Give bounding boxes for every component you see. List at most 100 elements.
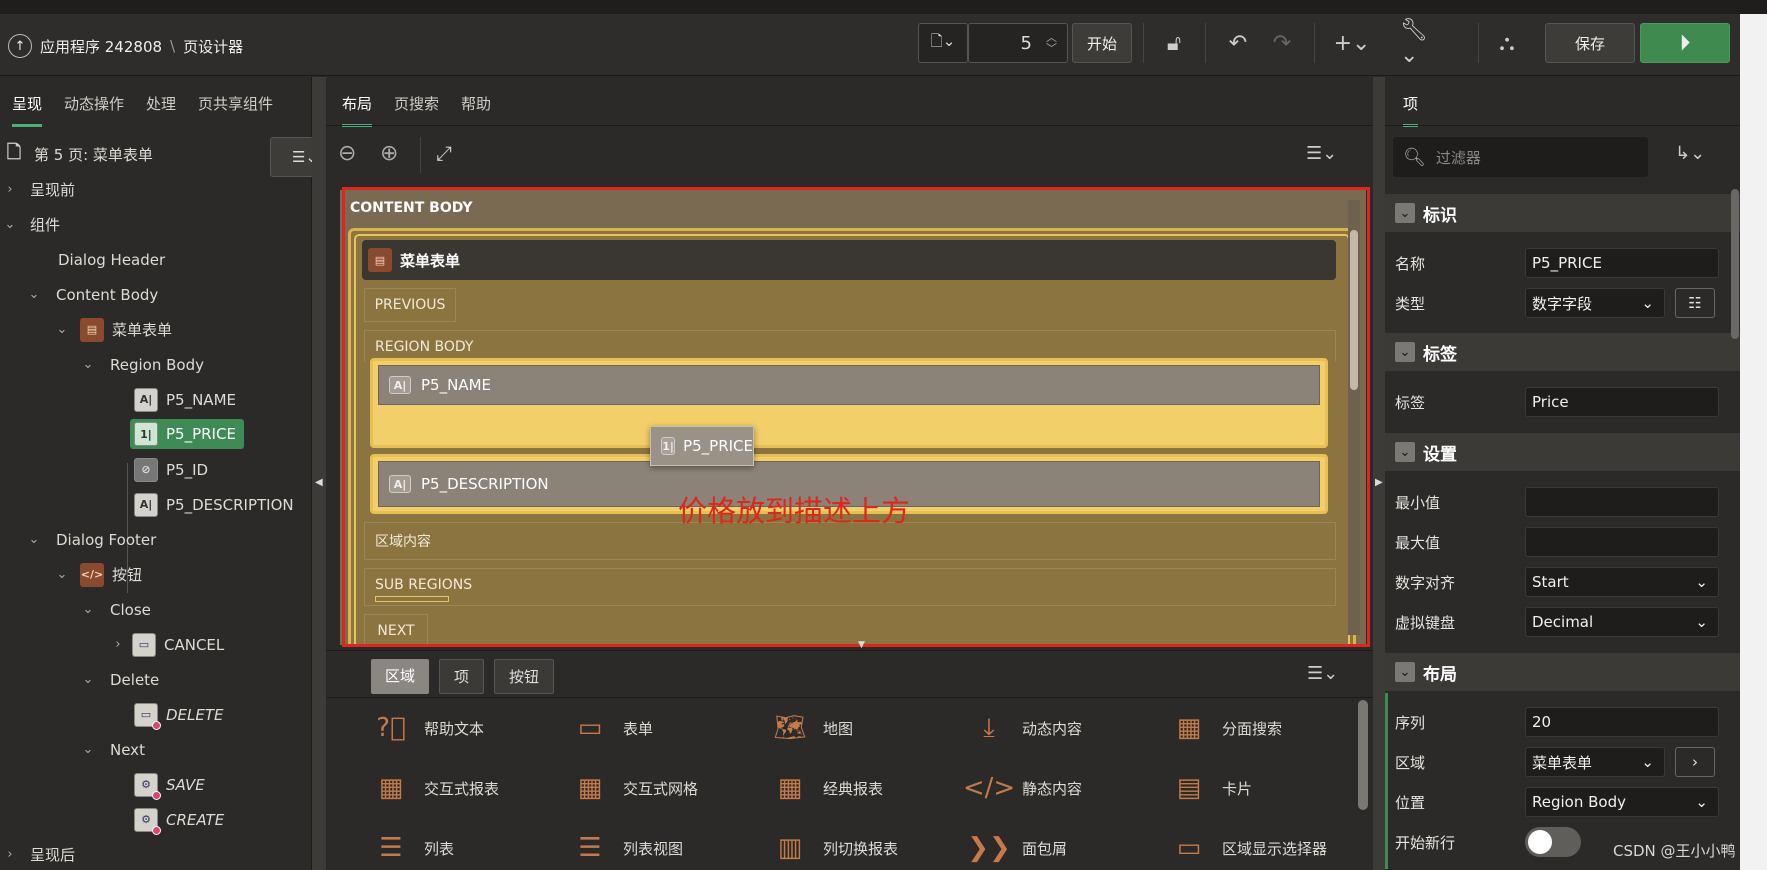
max-field[interactable] xyxy=(1525,527,1719,557)
section-label[interactable]: ⌄ 标签 xyxy=(1385,333,1740,371)
position-select[interactable]: Region Body ⌄ xyxy=(1525,787,1719,817)
tree-button-create[interactable]: ⚙ CREATE xyxy=(134,804,224,835)
tab-processing[interactable]: 处理 xyxy=(146,93,176,127)
tree-region-body[interactable]: ⌄ Region Body xyxy=(80,349,204,380)
gallery-dynamic-content[interactable]: ⤓ 动态内容 xyxy=(970,709,1082,747)
type-select[interactable]: 数字字段 ⌄ xyxy=(1525,288,1665,318)
property-scroll-thumb[interactable] xyxy=(1731,189,1739,339)
zoom-in-icon[interactable]: ⊕ xyxy=(380,141,398,166)
chevron-down-icon[interactable]: ⌄ xyxy=(54,567,70,582)
chevron-down-icon[interactable]: ⌄ xyxy=(2,217,18,232)
alignment-select[interactable]: Start ⌄ xyxy=(1525,567,1719,597)
tab-dynamic-actions[interactable]: 动态操作 xyxy=(64,93,124,127)
right-splitter[interactable]: ▶ xyxy=(1373,77,1385,870)
layout-menu-icon[interactable]: ☰⌄ xyxy=(1306,143,1337,164)
app-title[interactable]: 应用程序 242808 xyxy=(40,36,162,57)
chevron-down-icon[interactable]: ⌄ xyxy=(80,357,96,372)
collapse-left-icon[interactable]: ◀ xyxy=(315,477,323,488)
gallery-menu-icon[interactable]: ☰⌄ xyxy=(1307,663,1338,684)
new-row-toggle[interactable] xyxy=(1525,827,1581,857)
tree-buttons-region[interactable]: ⌄ </> 按钮 xyxy=(54,559,142,590)
tree-item-description[interactable]: A| P5_DESCRIPTION xyxy=(134,489,294,520)
collapse-bottom-icon[interactable]: ▼ xyxy=(858,640,865,650)
save-button[interactable]: 保存 xyxy=(1545,23,1635,63)
undo-icon[interactable]: ↶ xyxy=(1220,23,1256,63)
name-field[interactable]: P5_PRICE xyxy=(1525,248,1719,278)
tree-content-body[interactable]: ⌄ Content Body xyxy=(26,279,159,310)
chevron-down-icon[interactable]: ⌄ xyxy=(80,672,96,687)
shared-components-icon[interactable]: ⛬ xyxy=(1492,23,1522,63)
section-layout[interactable]: ⌄ 布局 xyxy=(1385,653,1740,691)
tree-button-save[interactable]: ⚙ SAVE xyxy=(134,769,205,800)
collapse-icon[interactable]: ⌄ xyxy=(1395,442,1415,462)
tab-buttons[interactable]: 按钮 xyxy=(494,659,555,694)
tab-regions[interactable]: 区域 xyxy=(371,659,430,694)
tab-layout[interactable]: 布局 xyxy=(342,93,373,127)
tree-item-name[interactable]: A| P5_NAME xyxy=(134,384,236,415)
add-menu-icon[interactable]: +⌄ xyxy=(1330,23,1374,63)
chevron-right-icon[interactable]: › xyxy=(2,182,18,197)
gallery-faceted-search[interactable]: ▦ 分面搜索 xyxy=(1170,709,1282,747)
gallery-form[interactable]: ▭ 表单 xyxy=(571,709,653,747)
gallery-cards[interactable]: ▤ 卡片 xyxy=(1170,769,1252,807)
unlock-icon[interactable]: 🔓︎ xyxy=(1158,23,1190,63)
keyboard-select[interactable]: Decimal ⌄ xyxy=(1525,607,1719,637)
gallery-interactive-grid[interactable]: ▦ 交互式网格 xyxy=(571,769,698,807)
tab-page-search[interactable]: 页搜索 xyxy=(394,93,439,127)
tab-shared-components[interactable]: 页共享组件 xyxy=(198,93,273,127)
chevron-down-icon[interactable]: ⌄ xyxy=(26,532,42,547)
min-field[interactable] xyxy=(1525,487,1719,517)
tab-help[interactable]: 帮助 xyxy=(461,93,491,127)
expand-icon[interactable]: ⤢ xyxy=(436,141,452,165)
tree-delete-group[interactable]: ⌄ Delete xyxy=(80,664,160,695)
page-number-field[interactable]: 5 ︿ ﹀ xyxy=(968,23,1068,63)
redo-icon[interactable]: ↷ xyxy=(1264,23,1300,63)
chevron-down-icon[interactable]: ⌄ xyxy=(80,742,96,757)
gallery-help-text[interactable]: ?⃝ 帮助文本 xyxy=(372,709,484,747)
collapse-icon[interactable]: ⌄ xyxy=(1395,342,1415,362)
tree-next-group[interactable]: ⌄ Next xyxy=(80,734,145,765)
go-to-group-icon[interactable]: ↳⌄ xyxy=(1675,143,1705,164)
tree-item-price[interactable]: 1| P5_PRICE xyxy=(130,419,244,449)
filter-input[interactable]: 🔍︎ 过滤器 xyxy=(1393,137,1648,177)
up-arrow-icon[interactable]: ↑ xyxy=(8,34,32,58)
zoom-out-icon[interactable]: ⊖ xyxy=(338,141,356,166)
gallery-column-toggle-report[interactable]: ▥ 列切换报表 xyxy=(771,829,898,867)
tab-item[interactable]: 项 xyxy=(1403,93,1419,127)
region-select[interactable]: 菜单表单 ⌄ xyxy=(1525,747,1665,777)
section-identification[interactable]: ⌄ 标识 xyxy=(1385,194,1740,232)
chevron-right-icon[interactable]: › xyxy=(110,637,126,652)
gallery-classic-report[interactable]: ▦ 经典报表 xyxy=(771,769,883,807)
tree-components[interactable]: ⌄ 组件 xyxy=(2,209,60,240)
list-settings-icon[interactable]: ☷ xyxy=(1675,288,1715,318)
chevron-right-icon[interactable]: › xyxy=(1675,747,1715,777)
sequence-field[interactable]: 20 xyxy=(1525,707,1719,737)
gallery-interactive-report[interactable]: ▦ 交互式报表 xyxy=(372,769,499,807)
tree-region-form[interactable]: ⌄ ▤ 菜单表单 xyxy=(54,314,172,345)
tree-dialog-header[interactable]: Dialog Header xyxy=(58,244,165,275)
tree-close[interactable]: ⌄ Close xyxy=(80,594,151,625)
chevron-down-icon[interactable]: ⌄ xyxy=(26,287,42,302)
tree-post-rendering[interactable]: › 呈现后 xyxy=(2,839,75,870)
tree-page[interactable]: 🗋 第 5 页: 菜单表单 xyxy=(2,139,153,170)
gallery-breadcrumb[interactable]: ❯❯ 面包屑 xyxy=(967,829,1067,867)
tab-items[interactable]: 项 xyxy=(439,659,485,694)
tree-dialog-footer[interactable]: ⌄ Dialog Footer xyxy=(26,524,157,555)
run-button[interactable]: ⏵ xyxy=(1640,23,1730,63)
collapse-right-icon[interactable]: ▶ xyxy=(1375,477,1383,488)
chevron-right-icon[interactable]: › xyxy=(2,847,18,862)
chevron-down-icon[interactable]: ⌄ xyxy=(54,322,70,337)
collapse-icon[interactable]: ⌄ xyxy=(1395,662,1415,682)
gallery-map[interactable]: 🗺︎ 地图 xyxy=(771,709,853,747)
gallery-list-view[interactable]: ☰ 列表视图 xyxy=(571,829,683,867)
wrench-menu-icon[interactable]: 🔧︎⌄ xyxy=(1400,18,1444,68)
collapse-icon[interactable]: ⌄ xyxy=(1395,203,1415,223)
start-button[interactable]: 开始 xyxy=(1072,23,1132,63)
gallery-list[interactable]: ☰ 列表 xyxy=(372,829,454,867)
tab-rendering[interactable]: 呈现 xyxy=(12,93,43,127)
stepper-icon[interactable]: ︿ ﹀ xyxy=(1046,32,1057,54)
gallery-static-content[interactable]: </> 静态内容 xyxy=(963,769,1082,807)
section-settings[interactable]: ⌄ 设置 xyxy=(1385,433,1740,471)
tree-item-id[interactable]: ⊘ P5_ID xyxy=(134,454,208,485)
tree-button-cancel[interactable]: › ▭ CANCEL xyxy=(110,629,224,660)
